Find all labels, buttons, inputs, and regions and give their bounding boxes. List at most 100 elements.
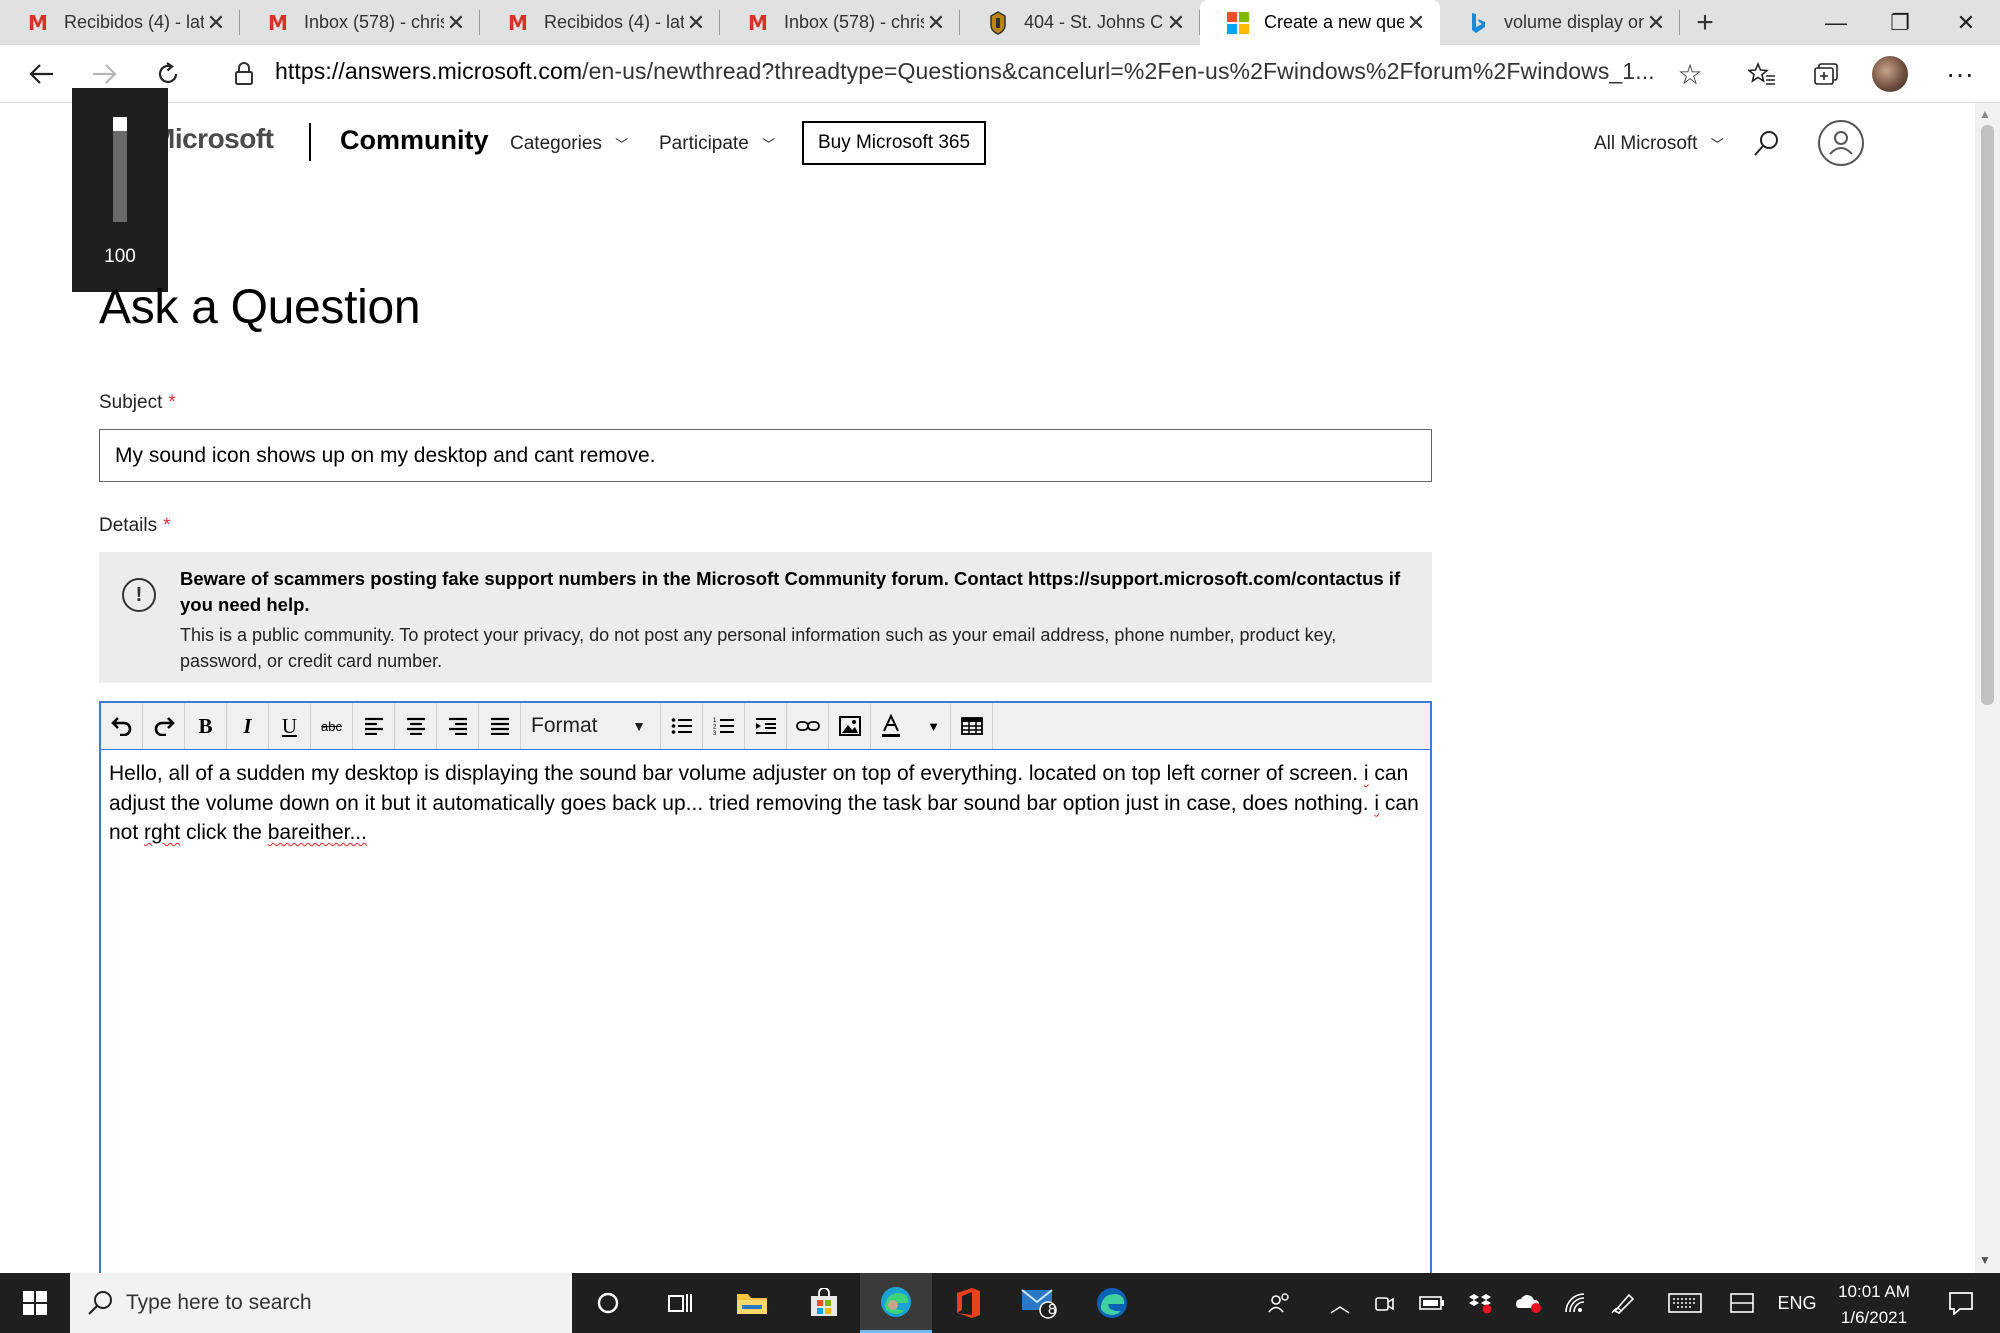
insert-image-button[interactable] — [829, 703, 871, 749]
restore-window-button[interactable]: ❐ — [1868, 0, 1932, 45]
subject-input[interactable] — [99, 429, 1432, 482]
justify-button[interactable] — [479, 703, 521, 749]
dropbox-icon[interactable] — [1462, 1273, 1498, 1333]
url-field[interactable]: https://answers.microsoft.com/en-us/newt… — [275, 58, 1655, 85]
close-tab-icon[interactable]: ✕ — [1164, 10, 1188, 35]
microsoft-logo[interactable]: Microsoft — [152, 123, 274, 155]
touch-keyboard-icon[interactable] — [1662, 1273, 1708, 1333]
buy-microsoft-365-button[interactable]: Buy Microsoft 365 — [802, 121, 986, 165]
lock-icon[interactable] — [224, 54, 264, 94]
browser-tab-4[interactable]: 404 - St. Johns Co ✕ — [960, 0, 1200, 45]
font-color-button[interactable]: ▼ — [871, 703, 951, 749]
browser-tab-2[interactable]: M Recibidos (4) - latic ✕ — [480, 0, 720, 45]
link-icon — [795, 721, 820, 731]
privacy-notice-text: This is a public community. To protect y… — [180, 625, 1337, 671]
justify-icon — [490, 717, 509, 735]
microsoft-store-button[interactable] — [788, 1273, 860, 1333]
strikethrough-button[interactable]: abc — [311, 703, 353, 749]
browser-tab-5-active[interactable]: Create a new ques ✕ — [1200, 0, 1440, 45]
tab-title: Inbox (578) - christ — [304, 12, 444, 32]
onedrive-error-icon[interactable] — [1510, 1273, 1546, 1333]
italic-button[interactable]: I — [227, 703, 269, 749]
underline-button[interactable]: U — [269, 703, 311, 749]
format-label: Format — [531, 714, 598, 737]
windows-logo-icon — [23, 1291, 47, 1315]
browser-tab-6[interactable]: volume display on ✕ — [1440, 0, 1680, 45]
edge-taskbar-button-active[interactable] — [860, 1273, 932, 1333]
numbered-list-button[interactable]: 123 — [703, 703, 745, 749]
browser-tab-3[interactable]: M Inbox (578) - chris ✕ — [720, 0, 960, 45]
start-button[interactable] — [0, 1273, 70, 1333]
profile-avatar[interactable] — [1872, 56, 1908, 92]
bullet-list-icon — [671, 718, 692, 734]
close-tab-icon[interactable]: ✕ — [1404, 10, 1428, 35]
people-icon[interactable] — [1262, 1273, 1298, 1333]
user-account-icon[interactable] — [1818, 120, 1864, 166]
scrollbar-thumb[interactable] — [1981, 125, 1994, 705]
browser-tab-1[interactable]: M Inbox (578) - christ ✕ — [240, 0, 480, 45]
volume-slider-track[interactable] — [113, 118, 127, 222]
format-dropdown[interactable]: Format ▼ — [521, 703, 661, 749]
align-center-button[interactable] — [395, 703, 437, 749]
mail-button[interactable]: 8 — [1004, 1273, 1076, 1333]
participate-menu[interactable]: Participate ﹀ — [659, 133, 775, 155]
close-tab-icon[interactable]: ✕ — [924, 10, 948, 35]
notification-center-icon[interactable] — [1934, 1273, 1988, 1333]
browser-tab-0[interactable]: M Recibidos (4) - latic ✕ — [0, 0, 240, 45]
file-explorer-button[interactable] — [716, 1273, 788, 1333]
forward-arrow-icon — [93, 64, 117, 84]
indent-button[interactable] — [745, 703, 787, 749]
edge-dev-button[interactable] — [1076, 1273, 1148, 1333]
office-button[interactable] — [932, 1273, 1004, 1333]
collections-icon[interactable] — [1806, 54, 1846, 94]
chevron-down-icon: ﹀ — [762, 137, 776, 152]
meet-now-icon[interactable] — [1366, 1273, 1402, 1333]
taskbar-search-box[interactable]: Type here to search — [70, 1273, 572, 1333]
more-options-icon[interactable]: ··· — [1940, 54, 1980, 94]
battery-icon[interactable] — [1414, 1273, 1450, 1333]
scroll-up-arrow-icon[interactable]: ▲ — [1979, 107, 1991, 121]
language-indicator[interactable]: ENG — [1772, 1273, 1822, 1333]
pen-ink-icon[interactable] — [1606, 1273, 1642, 1333]
tablet-mode-icon[interactable] — [1724, 1273, 1760, 1333]
close-tab-icon[interactable]: ✕ — [444, 10, 468, 35]
microsoft-community-header: Microsoft Community Categories ﹀ Partici… — [0, 103, 1975, 183]
page-scrollbar[interactable]: ▲ ▼ — [1975, 103, 2000, 1273]
back-button[interactable] — [22, 54, 62, 94]
edge-dev-icon — [1097, 1288, 1127, 1318]
misspelled-word[interactable]: bareither... — [268, 821, 367, 844]
misspelled-word[interactable]: rght — [144, 821, 180, 844]
show-hidden-icons-chevron-icon[interactable]: ︿ — [1322, 1273, 1358, 1333]
svg-text:1: 1 — [713, 718, 717, 724]
new-tab-button[interactable]: + — [1680, 0, 1730, 45]
close-window-button[interactable]: ✕ — [1934, 0, 1998, 45]
volume-flyout-overlay[interactable]: 100 — [72, 88, 168, 292]
cortana-button[interactable] — [572, 1273, 644, 1333]
redo-button[interactable] — [143, 703, 185, 749]
minimize-window-button[interactable]: — — [1804, 0, 1868, 45]
insert-table-button[interactable] — [951, 703, 993, 749]
all-microsoft-menu[interactable]: All Microsoft ﹀ — [1594, 133, 1724, 155]
close-tab-icon[interactable]: ✕ — [684, 10, 708, 35]
align-left-button[interactable] — [353, 703, 395, 749]
insert-link-button[interactable] — [787, 703, 829, 749]
bold-button[interactable]: B — [185, 703, 227, 749]
wifi-icon[interactable] — [1558, 1273, 1594, 1333]
search-icon[interactable] — [1752, 129, 1780, 164]
exclamation-circle-icon: ! — [122, 578, 156, 612]
close-tab-icon[interactable]: ✕ — [204, 10, 228, 35]
favorites-icon[interactable] — [1742, 54, 1782, 94]
taskbar-clock[interactable]: 10:01 AM 1/6/2021 — [1822, 1279, 1926, 1331]
image-icon — [838, 716, 861, 736]
undo-button[interactable] — [101, 703, 143, 749]
task-view-button[interactable] — [644, 1273, 716, 1333]
community-link[interactable]: Community — [340, 125, 489, 156]
scroll-down-arrow-icon[interactable]: ▼ — [1979, 1253, 1991, 1267]
bullet-list-button[interactable] — [661, 703, 703, 749]
close-tab-icon[interactable]: ✕ — [1644, 10, 1668, 35]
add-favorite-star-icon[interactable]: ☆ — [1670, 54, 1710, 94]
volume-slider-thumb[interactable] — [113, 117, 127, 131]
editor-content-area[interactable]: Hello, all of a sudden my desktop is dis… — [109, 759, 1419, 848]
align-right-button[interactable] — [437, 703, 479, 749]
categories-menu[interactable]: Categories ﹀ — [510, 133, 628, 155]
